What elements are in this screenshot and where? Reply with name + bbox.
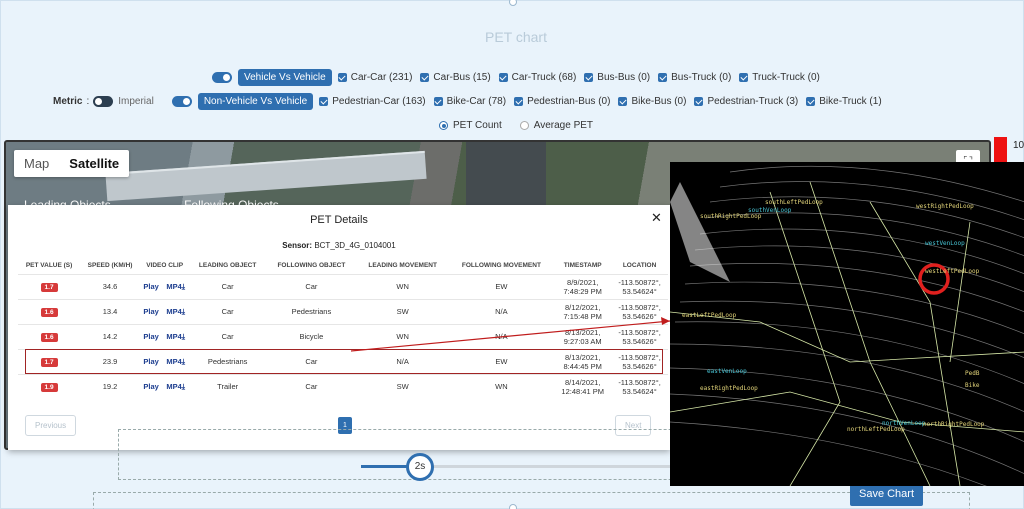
arrow-head-icon [661, 317, 670, 325]
arrow-line [350, 320, 671, 352]
pet-chart-panel: PET chart Vehicle Vs Vehicle Car-Car (23… [0, 0, 1024, 509]
connector-arrow [350, 317, 671, 352]
